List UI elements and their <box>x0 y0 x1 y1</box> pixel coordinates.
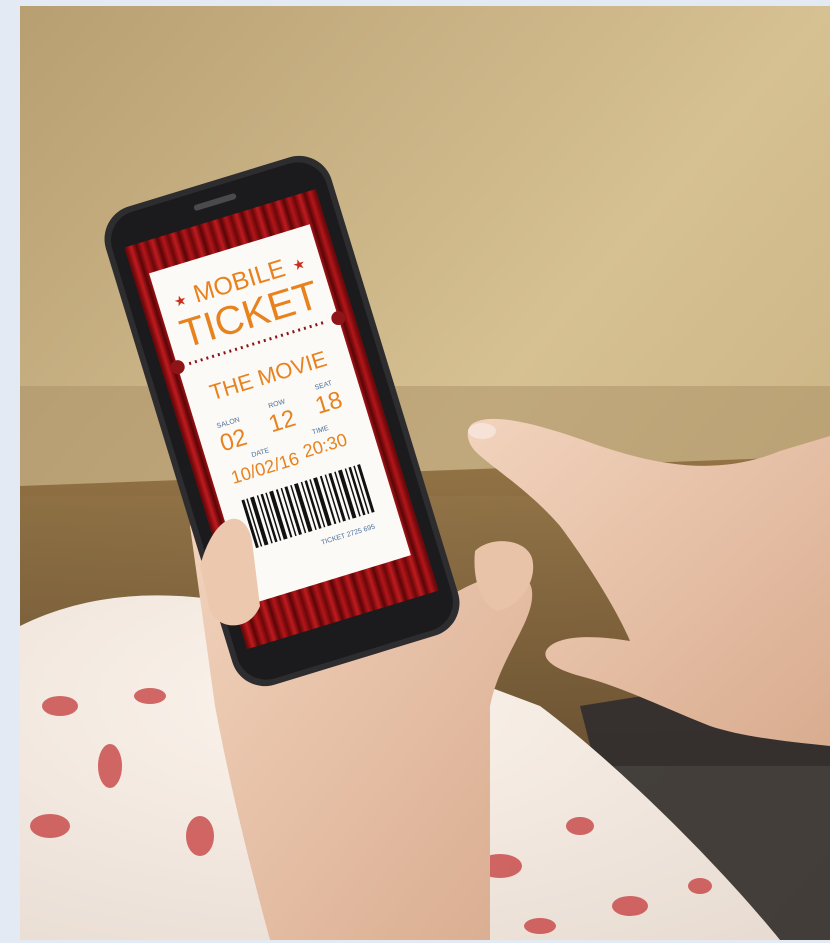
photo: MOBILE ★ ★ TICKET THE MOVIE SALON 02 ROW… <box>20 6 830 940</box>
pointing-fingernail <box>468 423 496 439</box>
image-frame: MOBILE ★ ★ TICKET THE MOVIE SALON 02 ROW… <box>0 0 830 943</box>
left-margin <box>0 0 20 943</box>
